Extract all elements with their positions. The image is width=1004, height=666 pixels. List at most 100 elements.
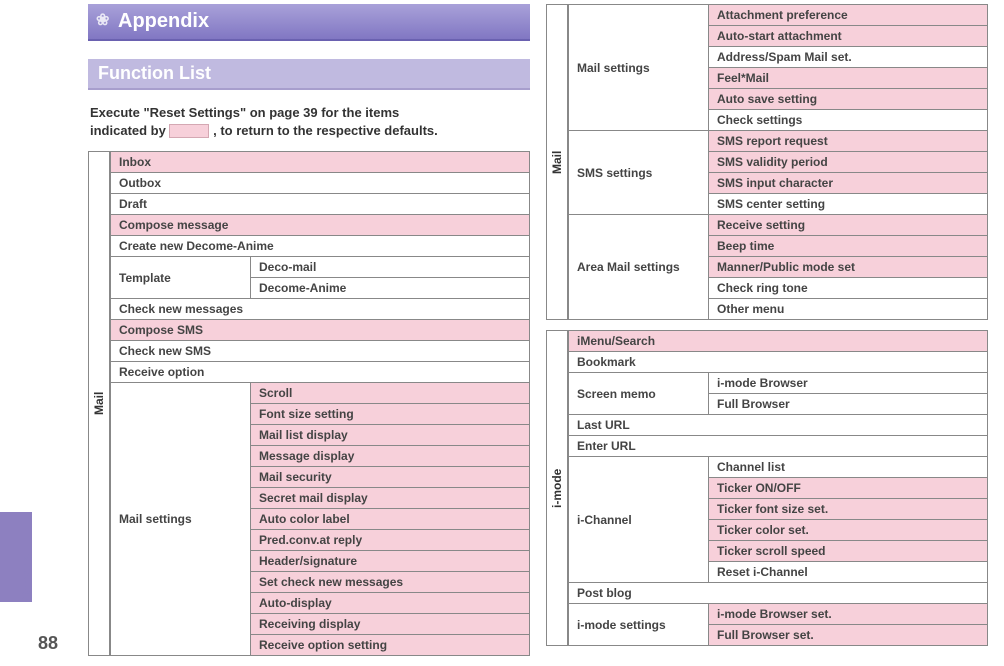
mail-mid-cell: Check new SMS: [111, 341, 530, 362]
template-label: Template: [111, 257, 251, 299]
mail-mid-cell: Compose SMS: [111, 320, 530, 341]
mail-top-cell: Outbox: [111, 173, 530, 194]
post-blog-cell: Post blog: [569, 583, 988, 604]
intro-line2a: indicated by: [90, 123, 169, 138]
imode-settings-cell: i-mode Browser set.: [709, 604, 988, 625]
mail-settings-cell: Auto-display: [251, 593, 530, 614]
mail-settings-cell: Set check new messages: [251, 572, 530, 593]
imode-table: i-mode iMenu/SearchBookmark Screen memo …: [546, 330, 988, 646]
mail-settings-r-cell: Feel*Mail: [709, 68, 988, 89]
i-channel-cell: Reset i-Channel: [709, 562, 988, 583]
imode-settings-label: i-mode settings: [569, 604, 709, 646]
imode-top-cell: iMenu/Search: [569, 331, 988, 352]
screen-memo-imode: i-mode Browser: [709, 373, 988, 394]
mail-table-left: Mail InboxOutboxDraftCompose messageCrea…: [88, 151, 530, 656]
mail-settings-r-cell: Check settings: [709, 110, 988, 131]
area-mail-settings-cell: Receive setting: [709, 215, 988, 236]
sms-settings-cell: SMS report request: [709, 131, 988, 152]
imode-group-label: i-mode: [546, 330, 568, 646]
mail-mid-row: Check new SMS: [111, 341, 530, 362]
mail-settings-cell: Secret mail display: [251, 488, 530, 509]
i-channel-label: i-Channel: [569, 457, 709, 583]
i-channel-cell: Channel list: [709, 457, 988, 478]
mail-settings-cell: Mail list display: [251, 425, 530, 446]
section-tab: Others: [0, 512, 32, 602]
page-margin: Others 88: [0, 0, 78, 662]
mail-settings-cell: Pred.conv.at reply: [251, 530, 530, 551]
function-list-header: Function List: [88, 59, 530, 90]
mail-settings-r-cell: Address/Spam Mail set.: [709, 47, 988, 68]
template-decome-anime: Decome-Anime: [251, 278, 530, 299]
mail-top-row: Outbox: [111, 173, 530, 194]
sms-settings-cell: SMS center setting: [709, 194, 988, 215]
intro-line1: Execute "Reset Settings" on page 39 for …: [90, 105, 399, 120]
mail-group-label-right: Mail: [546, 4, 568, 320]
imode-settings-cell: Full Browser set.: [709, 625, 988, 646]
i-channel-cell: Ticker ON/OFF: [709, 478, 988, 499]
mail-settings-cell: Message display: [251, 446, 530, 467]
imode-top-row: Bookmark: [569, 352, 988, 373]
mail-group-label: Mail: [88, 151, 110, 656]
i-channel-cell: Ticker color set.: [709, 520, 988, 541]
mail-table-right: Mail Mail settingsAttachment preferenceA…: [546, 4, 988, 320]
template-row-1: Template Deco-mail: [111, 257, 530, 278]
sms-settings-label: SMS settings: [569, 131, 709, 215]
mail-settings-r-cell: Attachment preference: [709, 5, 988, 26]
intro-text: Execute "Reset Settings" on page 39 for …: [90, 104, 528, 139]
highlight-swatch: [169, 124, 209, 138]
section-tab-label: Others: [19, 554, 36, 602]
area-mail-settings-cell: Check ring tone: [709, 278, 988, 299]
mail-settings-cell: Auto color label: [251, 509, 530, 530]
i-channel-cell: Ticker scroll speed: [709, 541, 988, 562]
mail-mid-row: Receive option: [111, 362, 530, 383]
mail-mid-row: Compose SMS: [111, 320, 530, 341]
mail-mid-cell: Check new messages: [111, 299, 530, 320]
area-mail-settings-cell: Beep time: [709, 236, 988, 257]
mail-settings-r-row: Mail settingsAttachment preference: [569, 5, 988, 26]
mail-settings-cell: Receiving display: [251, 614, 530, 635]
mail-settings-cell: Font size setting: [251, 404, 530, 425]
right-column: Mail Mail settingsAttachment preferenceA…: [546, 4, 988, 656]
mail-settings-r-cell: Auto-start attachment: [709, 26, 988, 47]
mail-settings-r-cell: Auto save setting: [709, 89, 988, 110]
i-channel-row: i-ChannelChannel list: [569, 457, 988, 478]
intro-line2b: , to return to the respective defaults.: [213, 123, 438, 138]
sms-settings-cell: SMS validity period: [709, 152, 988, 173]
screen-memo-label: Screen memo: [569, 373, 709, 415]
imode-top-row: iMenu/Search: [569, 331, 988, 352]
screen-memo-row-1: Screen memo i-mode Browser: [569, 373, 988, 394]
area-mail-settings-row: Area Mail settingsReceive setting: [569, 215, 988, 236]
mail-settings-cell: Mail security: [251, 467, 530, 488]
post-blog-row: Post blog: [569, 583, 988, 604]
mail-top-cell: Compose message: [111, 215, 530, 236]
mail-settings-cell: Scroll: [251, 383, 530, 404]
mail-settings-row: Mail settingsScroll: [111, 383, 530, 404]
mail-mid-row: Check new messages: [111, 299, 530, 320]
mail-mid-cell: Receive option: [111, 362, 530, 383]
mail-settings-cell: Header/signature: [251, 551, 530, 572]
mail-top-row: Compose message: [111, 215, 530, 236]
area-mail-settings-label: Area Mail settings: [569, 215, 709, 320]
imode-rows: iMenu/SearchBookmark Screen memo i-mode …: [568, 330, 988, 646]
imode-mid-cell: Last URL: [569, 415, 988, 436]
mail-rows-right: Mail settingsAttachment preferenceAuto-s…: [568, 4, 988, 320]
imode-mid-row: Last URL: [569, 415, 988, 436]
imode-mid-cell: Enter URL: [569, 436, 988, 457]
mail-rows-left: InboxOutboxDraftCompose messageCreate ne…: [110, 151, 530, 656]
i-channel-cell: Ticker font size set.: [709, 499, 988, 520]
appendix-header: Appendix: [88, 4, 530, 41]
mail-settings-label: Mail settings: [111, 383, 251, 656]
area-mail-settings-cell: Other menu: [709, 299, 988, 320]
sms-settings-cell: SMS input character: [709, 173, 988, 194]
mail-settings-r-label: Mail settings: [569, 5, 709, 131]
mail-top-row: Draft: [111, 194, 530, 215]
appendix-title: Appendix: [118, 10, 209, 32]
mail-settings-cell: Receive option setting: [251, 635, 530, 656]
mail-top-row: Create new Decome-Anime: [111, 236, 530, 257]
mail-top-cell: Draft: [111, 194, 530, 215]
sms-settings-row: SMS settingsSMS report request: [569, 131, 988, 152]
left-column: Appendix Function List Execute "Reset Se…: [88, 4, 530, 656]
mail-top-cell: Inbox: [111, 152, 530, 173]
imode-top-cell: Bookmark: [569, 352, 988, 373]
template-deco-mail: Deco-mail: [251, 257, 530, 278]
